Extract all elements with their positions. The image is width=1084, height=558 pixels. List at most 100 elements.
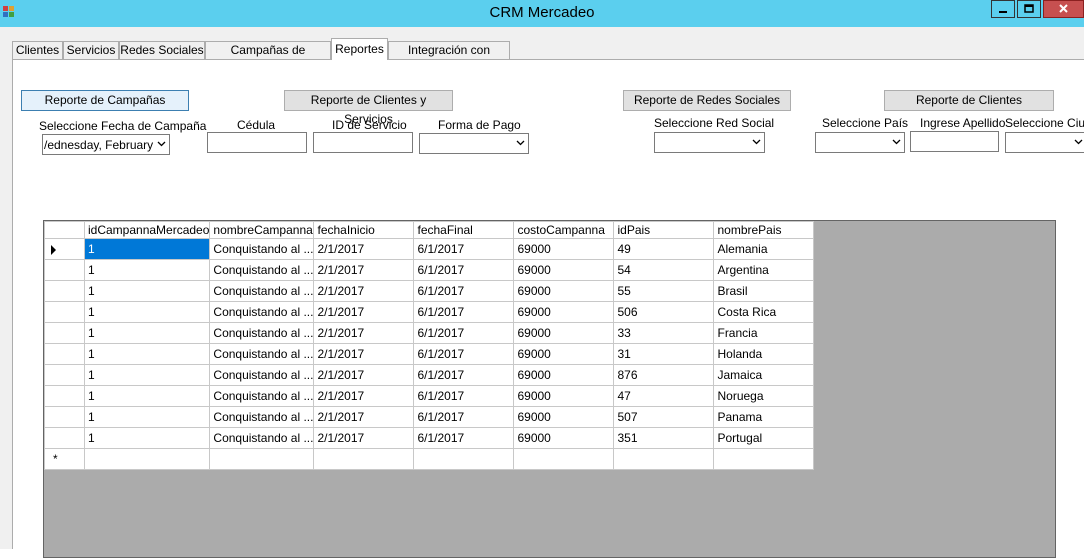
grid-cell[interactable] — [413, 448, 515, 470]
chevron-down-icon[interactable] — [1074, 137, 1083, 146]
clients-services-report-button[interactable]: Reporte de Clientes y Servicios — [284, 90, 453, 126]
grid-cell[interactable]: 2/1/2017 — [313, 364, 415, 386]
row-header-cell[interactable] — [44, 364, 85, 386]
cedula-field[interactable] — [207, 132, 307, 153]
row-header-cell[interactable] — [44, 259, 85, 281]
table-row[interactable]: 1 Conquistando al ... 2/1/2017 6/1/2017 6900… — [44, 280, 815, 302]
grid-cell[interactable]: Conquistando al ... — [209, 343, 315, 365]
table-row[interactable]: 1 Conquistando al ... 2/1/2017 6/1/2017 6900… — [44, 301, 815, 323]
country-select[interactable] — [815, 132, 905, 153]
grid-cell[interactable]: Conquistando al ... — [209, 385, 315, 407]
column-header[interactable]: costoCampanna — [513, 221, 615, 239]
close-button[interactable] — [1043, 0, 1084, 18]
campaign-date-picker[interactable]: /ednesday, February — [42, 134, 170, 155]
grid-cell[interactable]: 54 — [613, 259, 715, 281]
grid-cell[interactable]: Francia — [713, 322, 815, 344]
grid-cell[interactable] — [713, 448, 815, 470]
tab-campanas-de-mercadeo[interactable]: Campañas de Mercadeo — [205, 41, 331, 73]
table-row[interactable]: 1 Conquistando al ... 2/1/2017 6/1/2017 6900… — [44, 259, 815, 281]
grid-cell[interactable]: 69000 — [513, 343, 615, 365]
grid-cell[interactable]: 69000 — [513, 280, 615, 302]
social-network-select[interactable] — [654, 132, 765, 153]
grid-cell[interactable]: 69000 — [513, 385, 615, 407]
grid-cell[interactable]: Conquistando al ... — [209, 301, 315, 323]
grid-cell[interactable]: Alemania — [713, 238, 815, 260]
grid-cell[interactable]: 1 — [83, 406, 211, 428]
grid-cell[interactable]: 69000 — [513, 259, 615, 281]
row-header-cell[interactable] — [44, 322, 85, 344]
grid-cell[interactable]: 1 — [83, 343, 211, 365]
tab-integracion-con-ventas[interactable]: Integración con Ventas — [388, 41, 510, 73]
table-row[interactable]: 1 Conquistando al ... 2/1/2017 6/1/2017 6900… — [44, 427, 815, 449]
grid-cell[interactable]: Conquistando al ... — [209, 238, 315, 260]
payment-method-select[interactable] — [419, 133, 529, 154]
grid-cell[interactable]: 69000 — [513, 364, 615, 386]
grid-cell[interactable]: Portugal — [713, 427, 815, 449]
grid-cell[interactable]: 1 — [83, 301, 211, 323]
grid-corner-cell[interactable] — [44, 221, 85, 239]
grid-cell[interactable] — [209, 448, 315, 470]
grid-cell[interactable]: 6/1/2017 — [413, 259, 515, 281]
grid-cell[interactable]: 55 — [613, 280, 715, 302]
column-header[interactable]: fechaFinal — [413, 221, 515, 239]
row-header-cell[interactable] — [44, 385, 85, 407]
tab-reportes[interactable]: Reportes — [331, 38, 388, 60]
grid-cell[interactable]: 6/1/2017 — [413, 238, 515, 260]
clients-report-button[interactable]: Reporte de Clientes — [884, 90, 1054, 111]
grid-cell[interactable]: 2/1/2017 — [313, 427, 415, 449]
new-row[interactable]: * — [44, 448, 815, 470]
row-header-cell[interactable] — [44, 280, 85, 302]
grid-cell[interactable]: 1 — [83, 385, 211, 407]
grid-cell[interactable]: Conquistando al ... — [209, 322, 315, 344]
grid-cell[interactable]: Conquistando al ... — [209, 364, 315, 386]
grid-cell[interactable] — [513, 448, 615, 470]
grid-cell[interactable]: Brasil — [713, 280, 815, 302]
minimize-button[interactable] — [991, 0, 1015, 18]
column-header[interactable]: fechaInicio — [313, 221, 415, 239]
service-id-field[interactable] — [313, 132, 413, 153]
grid-cell[interactable]: 2/1/2017 — [313, 259, 415, 281]
grid-cell[interactable]: 6/1/2017 — [413, 301, 515, 323]
grid-cell[interactable]: 6/1/2017 — [413, 322, 515, 344]
grid-cell[interactable]: 876 — [613, 364, 715, 386]
grid-cell[interactable]: Conquistando al ... — [209, 259, 315, 281]
grid-cell[interactable]: 506 — [613, 301, 715, 323]
grid-cell[interactable]: Costa Rica — [713, 301, 815, 323]
tab-servicios[interactable]: Servicios — [63, 41, 119, 59]
row-header-cell[interactable] — [44, 343, 85, 365]
chevron-down-icon[interactable] — [752, 137, 761, 146]
table-row[interactable]: 1 Conquistando al ... 2/1/2017 6/1/2017 6900… — [44, 238, 815, 260]
grid-cell[interactable]: 1 — [83, 238, 211, 260]
grid-cell[interactable]: 6/1/2017 — [413, 427, 515, 449]
grid-cell[interactable]: 2/1/2017 — [313, 343, 415, 365]
campaign-report-button[interactable]: Reporte de Campañas — [21, 90, 189, 111]
grid-cell[interactable]: Conquistando al ... — [209, 406, 315, 428]
grid-cell[interactable]: 69000 — [513, 406, 615, 428]
grid-cell[interactable]: 31 — [613, 343, 715, 365]
grid-cell[interactable] — [613, 448, 715, 470]
grid-cell[interactable]: 351 — [613, 427, 715, 449]
grid-cell[interactable] — [313, 448, 415, 470]
grid-cell[interactable]: 507 — [613, 406, 715, 428]
grid-cell[interactable]: Conquistando al ... — [209, 280, 315, 302]
grid-cell[interactable]: 6/1/2017 — [413, 385, 515, 407]
grid-cell[interactable]: 2/1/2017 — [313, 385, 415, 407]
row-header-cell[interactable] — [44, 406, 85, 428]
row-header-cell[interactable] — [44, 238, 85, 260]
grid-cell[interactable]: 1 — [83, 427, 211, 449]
table-row[interactable]: 1 Conquistando al ... 2/1/2017 6/1/2017 6900… — [44, 406, 815, 428]
grid-cell[interactable]: 69000 — [513, 301, 615, 323]
chevron-down-icon[interactable] — [892, 137, 901, 146]
grid-cell[interactable]: 2/1/2017 — [313, 238, 415, 260]
grid-cell[interactable]: Panama — [713, 406, 815, 428]
grid-cell[interactable]: 6/1/2017 — [413, 364, 515, 386]
maximize-button[interactable] — [1017, 0, 1041, 18]
chevron-down-icon[interactable] — [516, 138, 525, 147]
grid-cell[interactable]: 69000 — [513, 322, 615, 344]
row-header-cell[interactable] — [44, 301, 85, 323]
table-row[interactable]: 1 Conquistando al ... 2/1/2017 6/1/2017 6900… — [44, 385, 815, 407]
grid-cell[interactable]: 1 — [83, 322, 211, 344]
table-row[interactable]: 1 Conquistando al ... 2/1/2017 6/1/2017 6900… — [44, 322, 815, 344]
grid-cell[interactable]: 6/1/2017 — [413, 280, 515, 302]
new-row-marker[interactable]: * — [44, 448, 85, 470]
